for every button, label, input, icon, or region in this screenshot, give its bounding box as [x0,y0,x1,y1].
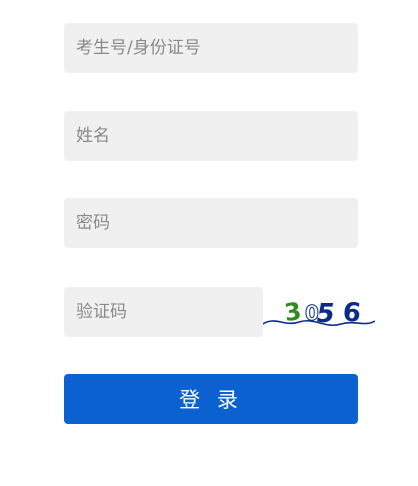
id-number-input[interactable] [64,23,358,73]
captcha-char-1: 3 [283,297,303,327]
password-input[interactable] [64,198,358,248]
name-input[interactable] [64,111,358,161]
captcha-char-4: 6 [341,297,362,329]
login-form: 3 0 5 6 登 录 [0,0,418,486]
captcha-image[interactable]: 3 0 5 6 [263,287,375,337]
captcha-graphic: 3 0 5 6 [263,297,375,329]
captcha-input[interactable] [64,287,263,337]
login-button[interactable]: 登 录 [64,374,358,424]
